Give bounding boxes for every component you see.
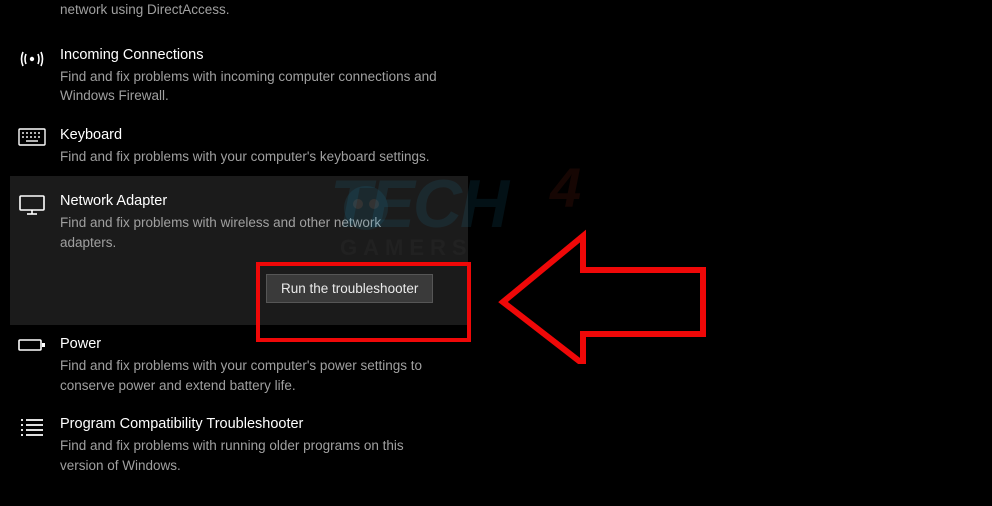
item-desc: Find and fix problems with incoming comp… bbox=[60, 67, 440, 106]
item-desc: Find and fix problems with wireless and … bbox=[60, 213, 440, 252]
troubleshooter-list: network using DirectAccess. Incoming Con… bbox=[0, 0, 992, 485]
item-desc: Find and fix problems with your computer… bbox=[60, 147, 440, 167]
list-item[interactable]: Keyboard Find and fix problems with your… bbox=[18, 116, 468, 176]
list-item[interactable]: network using DirectAccess. bbox=[18, 0, 468, 36]
item-desc: network using DirectAccess. bbox=[60, 0, 440, 20]
run-troubleshooter-button[interactable]: Run the troubleshooter bbox=[266, 274, 433, 303]
list-item-selected[interactable]: Network Adapter Find and fix problems wi… bbox=[10, 176, 468, 325]
item-desc: Find and fix problems with running older… bbox=[60, 436, 440, 475]
battery-icon bbox=[18, 337, 46, 361]
item-title: Incoming Connections bbox=[60, 46, 468, 65]
list-icon bbox=[18, 417, 46, 441]
list-item[interactable]: Incoming Connections Find and fix proble… bbox=[18, 36, 468, 116]
item-desc: Find and fix problems with your computer… bbox=[60, 356, 440, 395]
list-item[interactable]: Program Compatibility Troubleshooter Fin… bbox=[18, 405, 468, 485]
item-title: Keyboard bbox=[60, 126, 468, 145]
monitor-icon bbox=[18, 194, 46, 218]
signal-icon bbox=[18, 48, 46, 72]
item-title: Program Compatibility Troubleshooter bbox=[60, 415, 468, 434]
item-title: Network Adapter bbox=[60, 192, 458, 211]
list-item[interactable]: Power Find and fix problems with your co… bbox=[18, 325, 468, 405]
blank-icon bbox=[18, 2, 46, 26]
item-title: Power bbox=[60, 335, 468, 354]
keyboard-icon bbox=[18, 128, 46, 152]
